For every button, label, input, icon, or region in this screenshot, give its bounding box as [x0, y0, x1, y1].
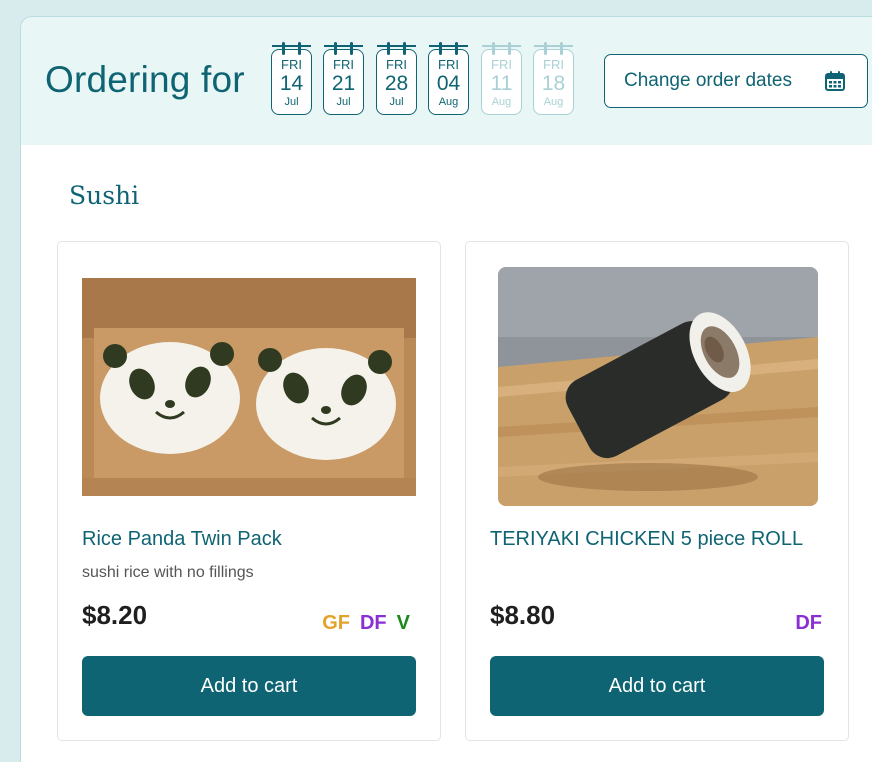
dietary-tags: GF DF V: [322, 612, 410, 635]
product-price: $8.20: [82, 600, 148, 630]
product-image-teriyaki-chicken[interactable]: [498, 267, 818, 506]
tag-vegetarian: V: [396, 612, 410, 634]
calendar-rings-icon: [272, 42, 311, 56]
calendar-rings-icon: [324, 42, 363, 56]
add-to-cart-button[interactable]: Add to cart: [82, 656, 416, 716]
product-description: sushi rice with no fillings: [82, 564, 254, 581]
page-title: Ordering for: [45, 59, 245, 100]
date-chip-28-jul[interactable]: FRI 28 Jul: [376, 42, 417, 115]
calendar-rings-icon: [482, 42, 521, 56]
section-title-sushi: Sushi: [69, 181, 140, 210]
product-card-teriyaki-chicken: TERIYAKI CHICKEN 5 piece ROLL $8.80 DF A…: [465, 241, 849, 741]
calendar-rings-icon: [534, 42, 573, 56]
product-card-rice-panda: Rice Panda Twin Pack sushi rice with no …: [57, 241, 441, 741]
date-chip-21-jul[interactable]: FRI 21 Jul: [323, 42, 364, 115]
product-price: $8.80: [490, 600, 556, 630]
product-name[interactable]: Rice Panda Twin Pack: [82, 528, 282, 551]
tag-dairy-free: DF: [359, 612, 387, 634]
date-chip-04-aug[interactable]: FRI 04 Aug: [428, 42, 469, 115]
add-to-cart-button[interactable]: Add to cart: [490, 656, 824, 716]
product-name[interactable]: TERIYAKI CHICKEN 5 piece ROLL: [490, 528, 803, 551]
change-order-dates-label: Change order dates: [624, 70, 792, 91]
date-chip-18-aug: FRI 18 Aug: [533, 42, 574, 115]
date-chip-14-jul[interactable]: FRI 14 Jul: [271, 42, 312, 115]
date-chip-11-aug: FRI 11 Aug: [481, 42, 522, 115]
order-header: Ordering for FRI 14 Jul FRI 21 Jul FRI 2…: [21, 17, 872, 145]
app-frame: Ordering for FRI 14 Jul FRI 21 Jul FRI 2…: [20, 16, 872, 762]
calendar-icon: [825, 71, 845, 91]
tag-dairy-free: DF: [795, 612, 822, 634]
product-image-rice-panda[interactable]: [82, 278, 416, 496]
calendar-rings-icon: [429, 42, 468, 56]
dietary-tags: DF: [795, 612, 822, 635]
rice-panda-photo: [82, 278, 416, 496]
tag-gluten-free: GF: [322, 612, 350, 634]
teriyaki-roll-photo: [498, 267, 818, 506]
change-order-dates-button[interactable]: Change order dates: [604, 54, 868, 108]
calendar-rings-icon: [377, 42, 416, 56]
